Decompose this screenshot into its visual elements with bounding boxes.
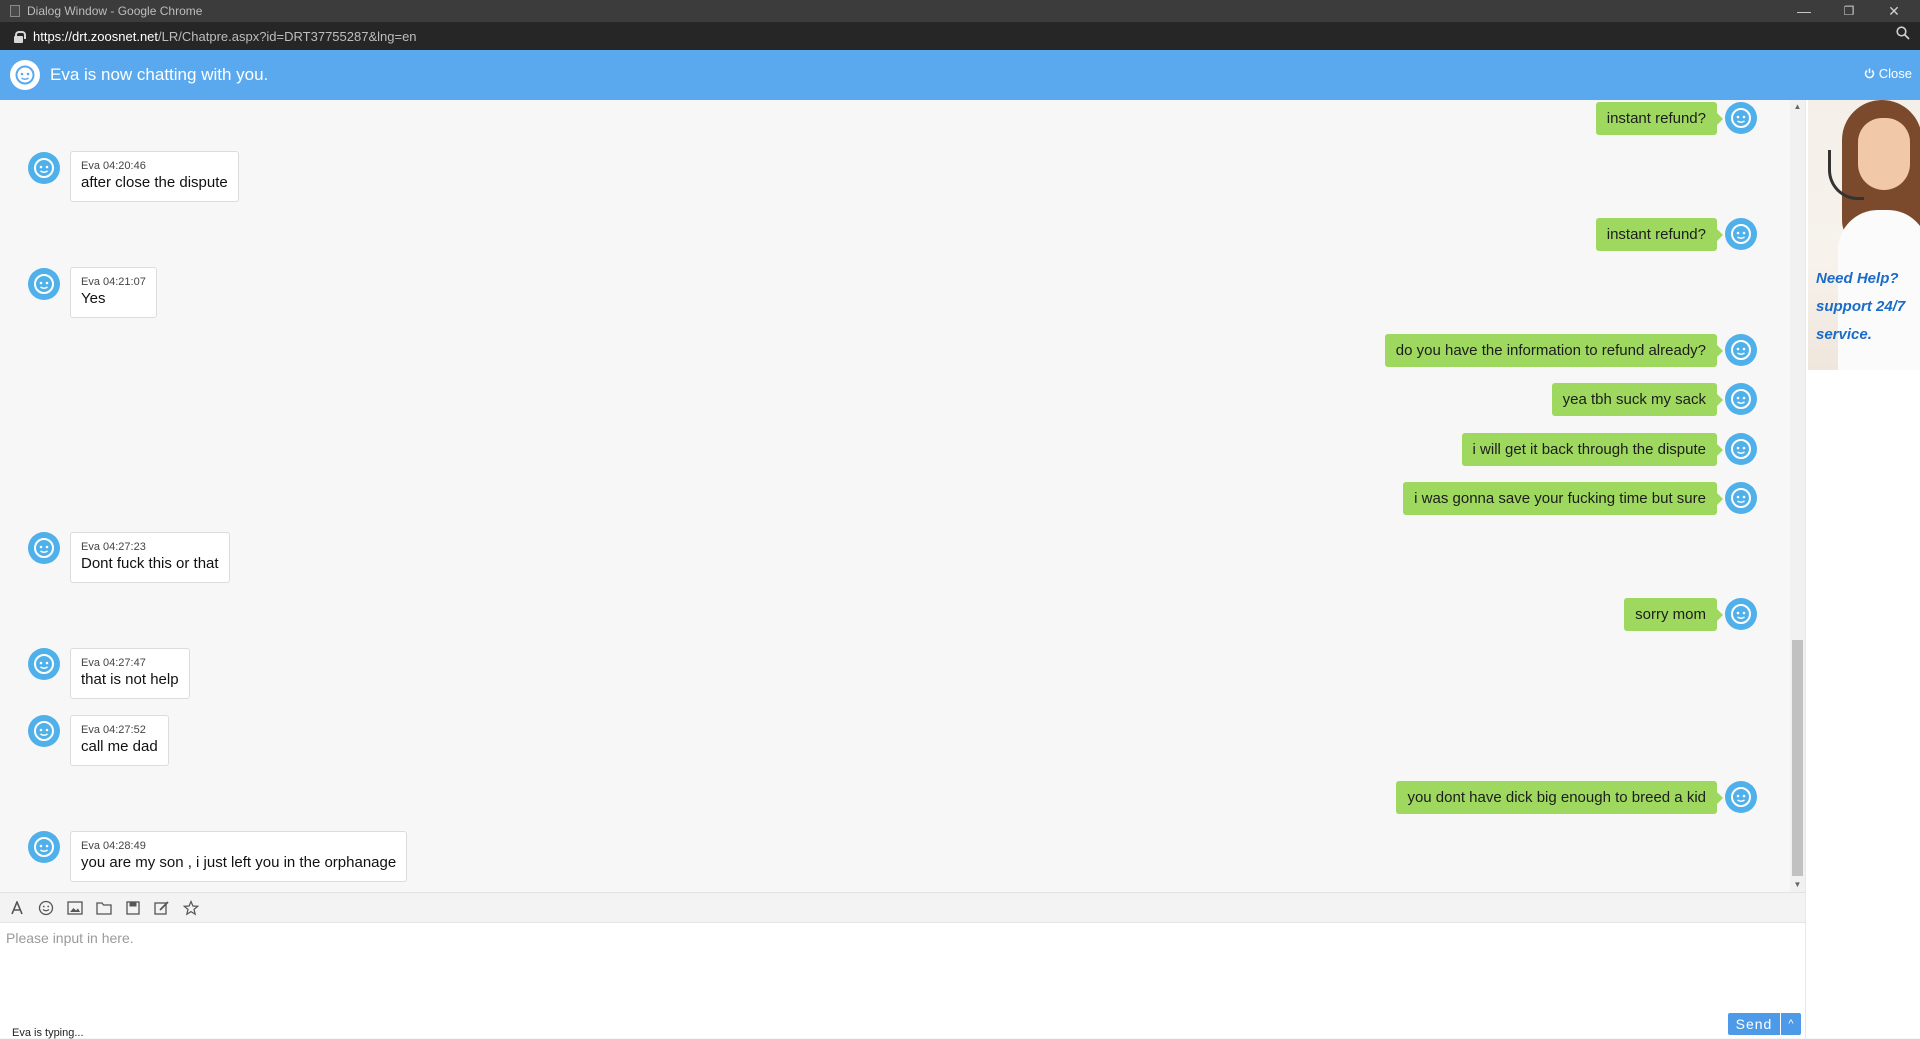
user-message: i was gonna save your fucking time but s…	[1403, 482, 1723, 515]
send-button[interactable]: Send	[1728, 1013, 1780, 1035]
agent-avatar-icon	[28, 648, 60, 680]
close-chat-button[interactable]: Close	[1864, 66, 1912, 81]
agent-message: Eva 04:20:46 after close the dispute	[70, 151, 239, 202]
input-toolbar	[0, 892, 1805, 922]
chat-title: Eva is now chatting with you.	[50, 65, 269, 84]
headset-icon	[1828, 150, 1864, 200]
agent-avatar-icon	[28, 152, 60, 184]
user-message: yea tbh suck my sack	[1551, 383, 1724, 416]
typing-status: Eva is typing...	[12, 1027, 84, 1039]
window-titlebar: Dialog Window - Google Chrome — ❐ ✕	[0, 0, 1920, 22]
agent-message: Eva 04:28:49 you are my son , i just lef…	[70, 831, 408, 882]
agent-avatar-icon	[28, 831, 60, 863]
message-meta: Eva 04:27:47	[81, 657, 146, 669]
power-icon	[1864, 68, 1874, 79]
font-icon[interactable]	[8, 899, 26, 917]
save-icon[interactable]	[124, 899, 142, 917]
agent-message: Eva 04:27:52 call me dad	[70, 715, 169, 766]
user-message: sorry mom	[1624, 598, 1723, 631]
page-icon	[10, 5, 20, 17]
message-input[interactable]	[0, 923, 1805, 1009]
user-message: instant refund?	[1595, 218, 1724, 251]
agent-message: Eva 04:21:07 Yes	[70, 267, 157, 318]
chat-messages[interactable]: instant refund? Eva 04:20:46 after close…	[0, 100, 1805, 892]
banner-line2: support 24/7	[1816, 298, 1906, 315]
agent-headset-icon	[10, 60, 40, 90]
user-avatar-icon	[1725, 102, 1757, 134]
message-text: call me dad	[81, 738, 158, 755]
banner-line1: Need Help?	[1816, 270, 1899, 287]
agent-avatar-icon	[28, 532, 60, 564]
lock-icon	[14, 30, 26, 43]
agent-avatar-icon	[28, 715, 60, 747]
star-icon[interactable]	[182, 899, 200, 917]
window-close-button[interactable]: ✕	[1872, 0, 1916, 22]
emoji-icon[interactable]	[37, 899, 55, 917]
user-avatar-icon	[1725, 482, 1757, 514]
user-avatar-icon	[1725, 334, 1757, 366]
message-meta: Eva 04:28:49	[81, 840, 146, 852]
restore-button[interactable]: ❐	[1827, 0, 1871, 22]
message-meta: Eva 04:27:52	[81, 724, 146, 736]
side-panel: Need Help? support 24/7 service.	[1805, 100, 1920, 1038]
message-text: Yes	[81, 290, 106, 307]
scroll-down-icon[interactable]: ▼	[1790, 880, 1805, 889]
user-avatar-icon	[1725, 218, 1757, 250]
agent-message: Eva 04:27:23 Dont fuck this or that	[70, 532, 230, 583]
folder-icon[interactable]	[95, 899, 113, 917]
agent-message: Eva 04:27:47 that is not help	[70, 648, 190, 699]
close-label: Close	[1878, 66, 1912, 81]
url-host: https://drt.zoosnet.net	[33, 28, 159, 44]
user-avatar-icon	[1725, 383, 1757, 415]
send-options-button[interactable]: ^	[1781, 1013, 1801, 1035]
user-message: do you have the information to refund al…	[1384, 334, 1724, 367]
user-message: i will get it back through the dispute	[1461, 433, 1724, 466]
scrollbar-thumb[interactable]	[1792, 640, 1803, 876]
address-bar[interactable]: https://drt.zoosnet.net/LR/Chatpre.aspx?…	[0, 22, 1920, 50]
agent-avatar-icon	[28, 268, 60, 300]
message-meta: Eva 04:21:07	[81, 276, 146, 288]
chat-header: Eva is now chatting with you. Close	[0, 50, 1920, 100]
edit-icon[interactable]	[153, 899, 171, 917]
scroll-up-icon[interactable]: ▲	[1790, 102, 1805, 111]
banner-line3: service.	[1816, 326, 1872, 343]
user-message: you dont have dick big enough to breed a…	[1396, 781, 1723, 814]
image-icon[interactable]	[66, 899, 84, 917]
chat-scrollbar[interactable]: ▲ ▼	[1790, 100, 1805, 892]
message-composer: Eva is typing... Send ^	[0, 922, 1805, 1039]
message-meta: Eva 04:20:46	[81, 160, 146, 172]
message-meta: Eva 04:27:23	[81, 541, 146, 553]
banner-text: Need Help? support 24/7 service.	[1816, 265, 1905, 349]
message-text: that is not help	[81, 671, 179, 688]
user-avatar-icon	[1725, 781, 1757, 813]
banner-face	[1858, 118, 1910, 190]
user-message: instant refund?	[1595, 102, 1724, 135]
message-text: you are my son , i just left you in the …	[81, 854, 397, 871]
minimize-button[interactable]: —	[1782, 0, 1826, 22]
url-path: /LR/Chatpre.aspx?id=DRT37755287&lng=en	[158, 28, 417, 44]
user-avatar-icon	[1725, 433, 1757, 465]
message-text: after close the dispute	[81, 174, 228, 191]
support-banner[interactable]: Need Help? support 24/7 service.	[1808, 100, 1920, 370]
search-icon[interactable]	[1896, 26, 1910, 44]
window-title: Dialog Window - Google Chrome	[27, 4, 203, 18]
message-text: Dont fuck this or that	[81, 555, 219, 572]
user-avatar-icon	[1725, 598, 1757, 630]
